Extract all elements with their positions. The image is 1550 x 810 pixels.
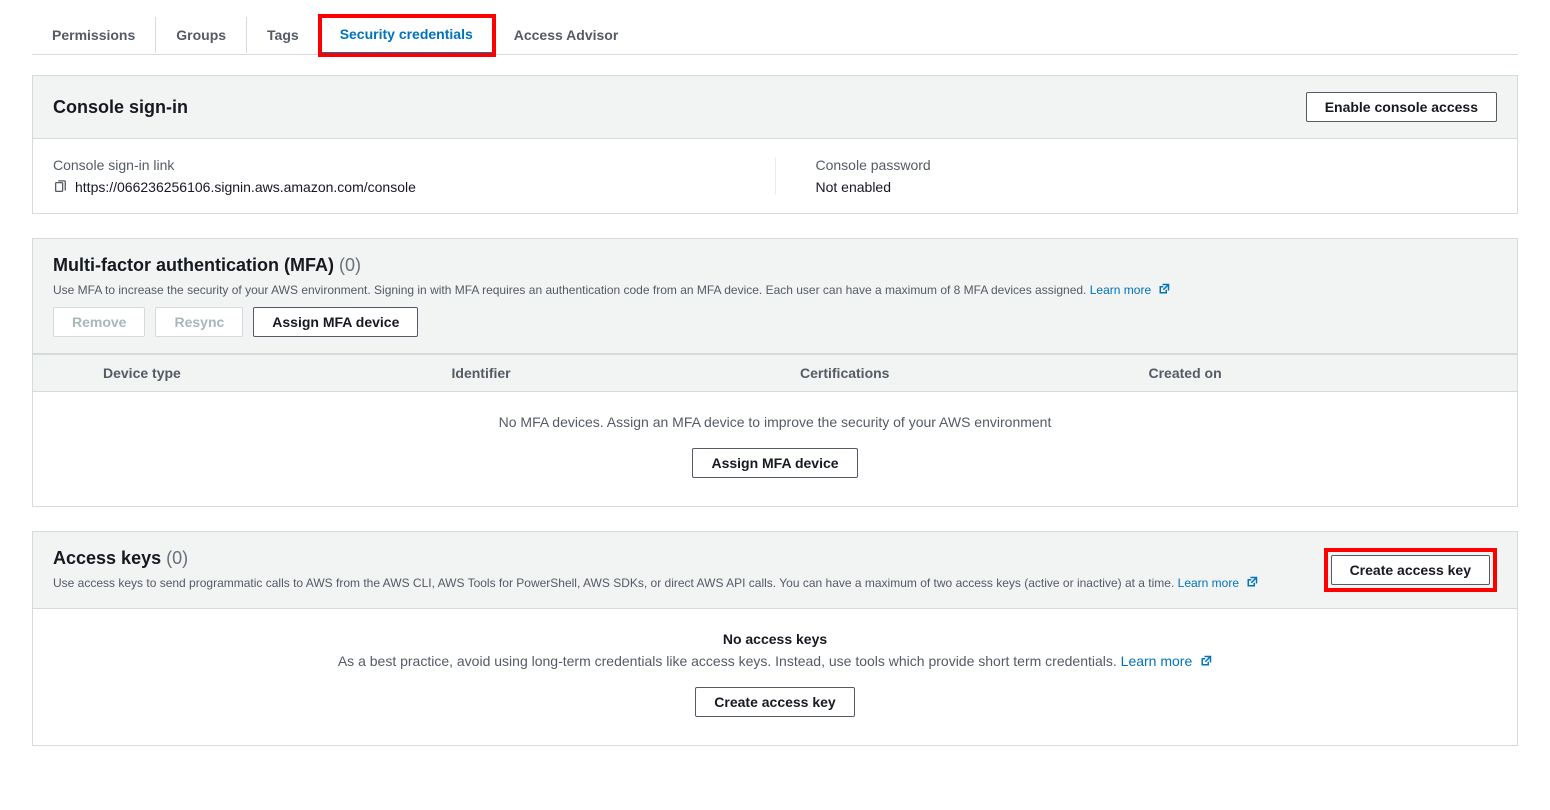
- col-device-type: Device type: [103, 365, 452, 381]
- mfa-panel: Multi-factor authentication (MFA) (0) Us…: [32, 238, 1518, 507]
- access-keys-learn-more-link[interactable]: Learn more: [1178, 576, 1259, 590]
- mfa-title: Multi-factor authentication (MFA): [53, 255, 334, 275]
- tabs-bar: Permissions Groups Tags Security credent…: [32, 0, 1518, 55]
- external-link-icon: [1200, 654, 1212, 666]
- external-link-icon: [1158, 283, 1170, 295]
- tab-groups[interactable]: Groups: [156, 17, 247, 53]
- console-signin-title: Console sign-in: [53, 97, 188, 118]
- tab-access-advisor[interactable]: Access Advisor: [494, 17, 639, 53]
- external-link-icon: [1246, 576, 1258, 588]
- access-keys-title: Access keys: [53, 548, 161, 568]
- console-password-label: Console password: [816, 157, 1498, 173]
- access-keys-count: (0): [166, 548, 188, 568]
- col-certifications: Certifications: [800, 365, 1149, 381]
- mfa-table-header: Device type Identifier Certifications Cr…: [33, 354, 1517, 392]
- create-access-key-button[interactable]: Create access key: [1331, 555, 1490, 585]
- mfa-empty-assign-button[interactable]: Assign MFA device: [692, 448, 857, 478]
- mfa-remove-button: Remove: [53, 307, 145, 337]
- console-signin-link-label: Console sign-in link: [53, 157, 735, 173]
- console-signin-link-value: https://066236256106.signin.aws.amazon.c…: [75, 179, 416, 195]
- access-keys-empty-title: No access keys: [53, 631, 1497, 647]
- access-keys-panel: Access keys (0) Use access keys to send …: [32, 531, 1518, 746]
- mfa-count: (0): [339, 255, 361, 275]
- mfa-learn-more-link[interactable]: Learn more: [1090, 283, 1171, 297]
- access-keys-empty-create-button[interactable]: Create access key: [695, 687, 854, 717]
- console-signin-panel: Console sign-in Enable console access Co…: [32, 75, 1518, 214]
- access-keys-empty-message: As a best practice, avoid using long-ter…: [338, 653, 1117, 669]
- mfa-empty-message: No MFA devices. Assign an MFA device to …: [53, 414, 1497, 430]
- copy-icon[interactable]: [53, 180, 67, 194]
- access-keys-description: Use access keys to send programmatic cal…: [53, 576, 1174, 590]
- col-created-on: Created on: [1149, 365, 1498, 381]
- tab-permissions[interactable]: Permissions: [32, 17, 156, 53]
- tab-tags[interactable]: Tags: [247, 17, 320, 53]
- console-password-value: Not enabled: [816, 179, 1498, 195]
- create-access-key-highlight: Create access key: [1324, 548, 1497, 592]
- enable-console-access-button[interactable]: Enable console access: [1306, 92, 1497, 122]
- access-keys-empty-learn-more-link[interactable]: Learn more: [1121, 653, 1212, 669]
- col-identifier: Identifier: [452, 365, 801, 381]
- mfa-resync-button: Resync: [155, 307, 243, 337]
- mfa-assign-button[interactable]: Assign MFA device: [253, 307, 418, 337]
- mfa-description: Use MFA to increase the security of your…: [53, 283, 1086, 297]
- tab-security-credentials[interactable]: Security credentials: [320, 16, 494, 55]
